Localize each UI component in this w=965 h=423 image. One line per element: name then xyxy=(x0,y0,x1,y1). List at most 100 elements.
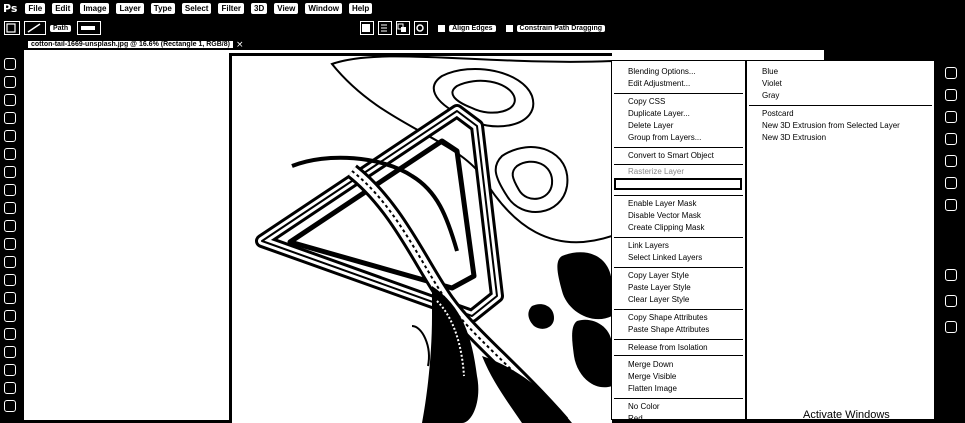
gradient-tool-icon[interactable] xyxy=(4,256,16,268)
path-operations-button[interactable] xyxy=(360,21,375,35)
rectangle-tool-icon[interactable] xyxy=(4,364,16,376)
swatches-panel-icon[interactable] xyxy=(945,111,957,123)
eyedropper-tool-icon[interactable] xyxy=(4,148,16,160)
menu-item-clear-layer-style[interactable]: Clear Layer Style xyxy=(628,295,689,304)
settings-button[interactable] xyxy=(414,21,429,35)
path-selection-tool-icon[interactable] xyxy=(4,346,16,358)
path-alignment-button[interactable] xyxy=(378,21,393,35)
menu-item-paste-shape-attributes[interactable]: Paste Shape Attributes xyxy=(628,325,709,334)
channels-panel-icon[interactable] xyxy=(945,177,957,189)
menu-item-edit-adjustment[interactable]: Edit Adjustment... xyxy=(628,79,690,88)
menu-separator xyxy=(614,147,743,148)
menu-item-enable-layer-mask[interactable]: Enable Layer Mask xyxy=(628,199,696,208)
menu-window[interactable]: Window xyxy=(305,3,342,14)
zoom-tool-icon[interactable] xyxy=(4,400,16,412)
move-tool-icon[interactable] xyxy=(4,58,16,70)
eraser-tool-icon[interactable] xyxy=(4,238,16,250)
shape-mode-select[interactable] xyxy=(24,21,46,35)
menu-image[interactable]: Image xyxy=(80,3,110,14)
path-mode-select[interactable]: Path xyxy=(50,24,72,32)
document-canvas[interactable] xyxy=(229,53,612,423)
stroke-type-select[interactable] xyxy=(77,21,102,35)
menu-view[interactable]: View xyxy=(274,3,299,14)
paragraph-panel-icon[interactable] xyxy=(945,295,957,307)
type-tool-icon[interactable] xyxy=(4,328,16,340)
document-tab[interactable]: cotton-tail-1669-unsplash.jpg @ 16.6% (R… xyxy=(28,41,233,48)
menu-bar: Ps File Edit Image Layer Type Select Fil… xyxy=(0,0,965,17)
menu-type[interactable]: Type xyxy=(150,3,175,14)
tools-panel xyxy=(0,50,24,420)
character-panel-icon[interactable] xyxy=(945,269,957,281)
menu-item-no-color[interactable]: No Color xyxy=(628,402,660,411)
brush-tool-icon[interactable] xyxy=(4,184,16,196)
menu-file[interactable]: File xyxy=(25,3,46,14)
menu-item-paste-layer-style[interactable]: Paste Layer Style xyxy=(628,283,691,292)
dodge-tool-icon[interactable] xyxy=(4,292,16,304)
close-icon[interactable]: × xyxy=(236,40,244,50)
pen-tool-icon[interactable] xyxy=(4,310,16,322)
menu-item-merge-down[interactable]: Merge Down xyxy=(628,360,673,369)
menu-item-3d-extrusion-selected-layer[interactable]: New 3D Extrusion from Selected Layer xyxy=(762,121,900,130)
constrain-path-checkbox[interactable] xyxy=(505,24,513,32)
menu-item-create-clipping-mask[interactable]: Create Clipping Mask xyxy=(628,223,704,232)
hand-tool-icon[interactable] xyxy=(4,382,16,394)
brushes-panel-icon[interactable] xyxy=(945,321,957,333)
layer-context-menu: Blending Options... Edit Adjustment... C… xyxy=(611,60,746,423)
menu-item-highlighted[interactable] xyxy=(614,178,742,190)
menu-select[interactable]: Select xyxy=(181,3,212,14)
menu-layer[interactable]: Layer xyxy=(116,3,144,14)
menu-item-violet[interactable]: Violet xyxy=(762,79,782,88)
menu-item-gray[interactable]: Gray xyxy=(762,91,779,100)
quick-select-tool-icon[interactable] xyxy=(4,112,16,124)
paths-panel-icon[interactable] xyxy=(945,199,957,211)
menu-item-postcard[interactable]: Postcard xyxy=(762,109,794,118)
menu-item-copy-css[interactable]: Copy CSS xyxy=(628,97,665,106)
history-brush-tool-icon[interactable] xyxy=(4,220,16,232)
menu-separator xyxy=(614,267,743,268)
menu-item-disable-vector-mask[interactable]: Disable Vector Mask xyxy=(628,211,701,220)
menu-item-convert-smart-object[interactable]: Convert to Smart Object xyxy=(628,151,714,160)
stroke-icon xyxy=(81,26,96,30)
menu-item-merge-visible[interactable]: Merge Visible xyxy=(628,372,676,381)
align-edges-label: Align Edges xyxy=(449,24,496,32)
healing-brush-tool-icon[interactable] xyxy=(4,166,16,178)
menu-separator xyxy=(614,195,743,196)
menu-item-link-layers[interactable]: Link Layers xyxy=(628,241,669,250)
marquee-tool-icon[interactable] xyxy=(4,76,16,88)
menu-item-copy-layer-style[interactable]: Copy Layer Style xyxy=(628,271,689,280)
clone-stamp-tool-icon[interactable] xyxy=(4,202,16,214)
rectangle-tool-icon xyxy=(6,23,16,33)
activate-windows-watermark: Activate Windows xyxy=(803,409,890,421)
blur-tool-icon[interactable] xyxy=(4,274,16,286)
menu-edit[interactable]: Edit xyxy=(52,3,74,14)
properties-panel-icon[interactable] xyxy=(945,89,957,101)
menu-item-copy-shape-attributes[interactable]: Copy Shape Attributes xyxy=(628,313,708,322)
align-edges-checkbox[interactable] xyxy=(438,24,446,32)
layers-panel-icon[interactable] xyxy=(945,155,957,167)
menu-filter[interactable]: Filter xyxy=(218,3,245,14)
menu-item-delete-layer[interactable]: Delete Layer xyxy=(628,121,673,130)
menu-item-select-linked-layers[interactable]: Select Linked Layers xyxy=(628,253,702,262)
menu-item-blending-options[interactable]: Blending Options... xyxy=(628,67,696,76)
menu-item-release-from-isolation[interactable]: Release from Isolation xyxy=(628,343,708,352)
history-panel-icon[interactable] xyxy=(945,67,957,79)
crop-tool-icon[interactable] xyxy=(4,130,16,142)
menu-separator xyxy=(614,164,743,165)
menu-separator xyxy=(614,398,743,399)
menu-item-3d-extrusion[interactable]: New 3D Extrusion xyxy=(762,133,826,142)
menu-item-group-from-layers[interactable]: Group from Layers... xyxy=(628,133,701,142)
menu-item-flatten-image[interactable]: Flatten Image xyxy=(628,384,677,393)
menu-item-duplicate-layer[interactable]: Duplicate Layer... xyxy=(628,109,690,118)
menu-separator xyxy=(614,355,743,356)
menu-item-blue[interactable]: Blue xyxy=(762,67,778,76)
menu-item-red[interactable]: Red xyxy=(628,414,643,423)
lasso-tool-icon[interactable] xyxy=(4,94,16,106)
tool-preset-picker[interactable] xyxy=(4,21,20,35)
align-icon xyxy=(381,24,388,32)
menu-3d[interactable]: 3D xyxy=(251,3,268,14)
adjustments-panel-icon[interactable] xyxy=(945,133,957,145)
path-arrange-button[interactable] xyxy=(396,21,411,35)
options-bar: Path Align Edges Constrain Path Dragging xyxy=(0,17,965,39)
menu-help[interactable]: Help xyxy=(348,3,373,14)
panels-dock xyxy=(937,39,965,420)
